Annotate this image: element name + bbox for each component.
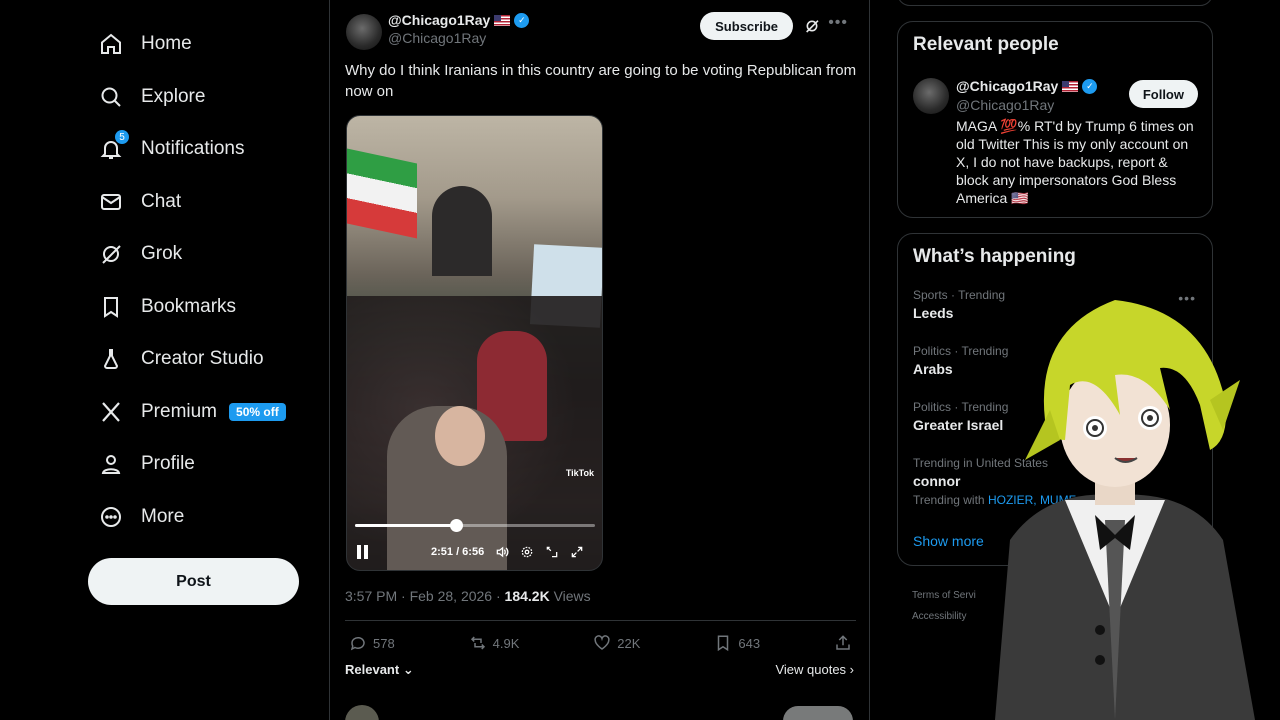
nav-item-grok[interactable]: Grok bbox=[88, 228, 318, 281]
nav-label: Profile bbox=[141, 453, 195, 475]
flask-icon bbox=[99, 347, 123, 371]
pip-icon[interactable] bbox=[545, 545, 559, 559]
author-display-name[interactable]: @Chicago1Ray ✓ bbox=[388, 12, 530, 28]
us-flag-icon bbox=[1062, 80, 1079, 92]
avatar[interactable] bbox=[346, 14, 382, 50]
bookmark-icon bbox=[718, 635, 729, 652]
video-frame-doorway bbox=[432, 186, 492, 276]
premium-promo-badge: 50% off bbox=[229, 402, 286, 421]
more-options-icon[interactable]: ••• bbox=[828, 14, 848, 32]
volume-icon[interactable] bbox=[495, 545, 509, 559]
view-quotes-link[interactable]: View quotes › bbox=[775, 662, 854, 677]
nav-item-bookmarks[interactable]: Bookmarks bbox=[88, 281, 318, 334]
post-timestamp[interactable]: 3:57 PM · Feb 28, 2026 · bbox=[345, 588, 505, 604]
us-flag-icon bbox=[494, 14, 511, 26]
search-card-stub bbox=[897, 0, 1213, 6]
nav-label: More bbox=[141, 505, 185, 527]
like-count: 22K bbox=[617, 635, 641, 651]
nav-label: Grok bbox=[141, 243, 183, 265]
nav-label: Chat bbox=[141, 190, 182, 212]
person-icon bbox=[99, 452, 123, 476]
notification-badge: 5 bbox=[115, 130, 129, 145]
follow-button[interactable]: Follow bbox=[1128, 80, 1198, 108]
post-button[interactable]: Post bbox=[88, 558, 299, 605]
author-name-text: @Chicago1Ray bbox=[388, 12, 491, 28]
nav-label: Notifications bbox=[141, 138, 245, 160]
video-progress-bar[interactable] bbox=[355, 519, 595, 532]
video-scrub-handle[interactable] bbox=[449, 519, 463, 532]
fullscreen-icon[interactable] bbox=[570, 545, 584, 559]
nav-item-explore[interactable]: Explore bbox=[88, 71, 318, 124]
tiktok-watermark: TikTok bbox=[565, 468, 594, 478]
person-handle[interactable]: @Chicago1Ray bbox=[956, 97, 1054, 113]
chevron-down-icon: ⌄ bbox=[399, 662, 414, 677]
more-circle-icon bbox=[99, 505, 123, 529]
video-time: 2:51 / 6:56 bbox=[431, 546, 485, 558]
relevant-people-card: Relevant people @Chicago1Ray ✓ @Chicago1… bbox=[897, 21, 1213, 218]
repost-icon bbox=[470, 636, 485, 650]
reply-sort-dropdown[interactable]: Relevant ⌄ bbox=[345, 662, 414, 678]
post-detail-column: @Chicago1Ray ✓ @Chicago1Ray Subscribe ••… bbox=[329, 0, 870, 720]
grok-icon[interactable] bbox=[804, 18, 820, 34]
like-button[interactable]: 22K bbox=[593, 634, 640, 652]
post-action-bar: 578 4.9K 22K 643 bbox=[345, 620, 856, 665]
nav-item-more[interactable]: More bbox=[88, 491, 318, 544]
author-handle[interactable]: @Chicago1Ray bbox=[388, 30, 486, 46]
reply-submit-button[interactable] bbox=[783, 706, 853, 720]
nav-item-creator-studio[interactable]: Creator Studio bbox=[88, 333, 318, 386]
pause-icon[interactable] bbox=[357, 545, 371, 559]
sidebar-nav: Home Explore 5 Notifications Chat Grok B… bbox=[88, 18, 318, 543]
verified-badge-icon: ✓ bbox=[514, 12, 530, 28]
nav-item-home[interactable]: Home bbox=[88, 18, 318, 71]
bookmark-icon bbox=[99, 295, 123, 319]
avatar bbox=[345, 705, 379, 720]
video-frame-face bbox=[435, 406, 485, 466]
post-header: @Chicago1Ray ✓ @Chicago1Ray Subscribe ••… bbox=[346, 10, 856, 50]
repost-count: 4.9K bbox=[492, 635, 520, 651]
video-progress-fill bbox=[355, 524, 456, 527]
x-logo-icon bbox=[99, 400, 123, 424]
share-icon bbox=[836, 635, 850, 650]
person-bio: MAGA 💯% RT'd by Trump 6 times on old Twi… bbox=[956, 118, 1194, 206]
nav-label: Explore bbox=[141, 85, 206, 107]
mail-icon bbox=[99, 190, 123, 214]
post-meta: 3:57 PM · Feb 28, 2026 · 184.2K Views bbox=[345, 588, 591, 604]
reply-icon bbox=[350, 636, 365, 651]
reply-count: 578 bbox=[373, 635, 395, 651]
settings-gear-icon[interactable] bbox=[520, 545, 534, 559]
share-button[interactable] bbox=[834, 634, 852, 652]
nav-item-notifications[interactable]: 5 Notifications bbox=[88, 123, 318, 176]
avatar[interactable] bbox=[913, 78, 949, 114]
views-label: Views bbox=[549, 588, 591, 604]
relevant-people-title: Relevant people bbox=[913, 34, 1059, 55]
nav-label: Creator Studio bbox=[141, 348, 264, 370]
whats-happening-title: What’s happening bbox=[913, 246, 1076, 267]
bell-icon: 5 bbox=[99, 130, 129, 161]
bookmark-count: 643 bbox=[738, 635, 761, 651]
home-icon bbox=[99, 32, 123, 56]
repost-button[interactable]: 4.9K bbox=[469, 634, 520, 652]
verified-badge-icon: ✓ bbox=[1082, 78, 1098, 94]
nav-label: Home bbox=[141, 33, 192, 55]
post-text: Why do I think Iranians in this country … bbox=[345, 62, 857, 100]
video-frame-flag bbox=[347, 148, 417, 239]
subscribe-button[interactable]: Subscribe bbox=[700, 12, 793, 40]
search-icon bbox=[99, 85, 123, 109]
sort-label-text: Relevant bbox=[345, 662, 400, 677]
vtuber-avatar-overlay bbox=[995, 300, 1255, 720]
grok-icon bbox=[99, 242, 123, 266]
nav-item-chat[interactable]: Chat bbox=[88, 176, 318, 229]
bookmark-button[interactable]: 643 bbox=[714, 634, 760, 652]
person-display-name[interactable]: @Chicago1Ray ✓ bbox=[956, 78, 1098, 94]
person-name-text: @Chicago1Ray bbox=[956, 78, 1059, 94]
reply-button[interactable]: 578 bbox=[349, 634, 395, 652]
nav-item-premium[interactable]: Premium 50% off bbox=[88, 386, 318, 439]
nav-item-profile[interactable]: Profile bbox=[88, 438, 318, 491]
video-controls: 2:51 / 6:56 bbox=[357, 542, 597, 562]
heart-icon bbox=[594, 635, 610, 650]
views-count: 184.2K bbox=[504, 588, 550, 604]
video-player[interactable]: TikTok 2:51 / 6:56 bbox=[346, 115, 603, 571]
nav-label: Premium bbox=[141, 400, 218, 422]
nav-label: Bookmarks bbox=[141, 295, 237, 317]
